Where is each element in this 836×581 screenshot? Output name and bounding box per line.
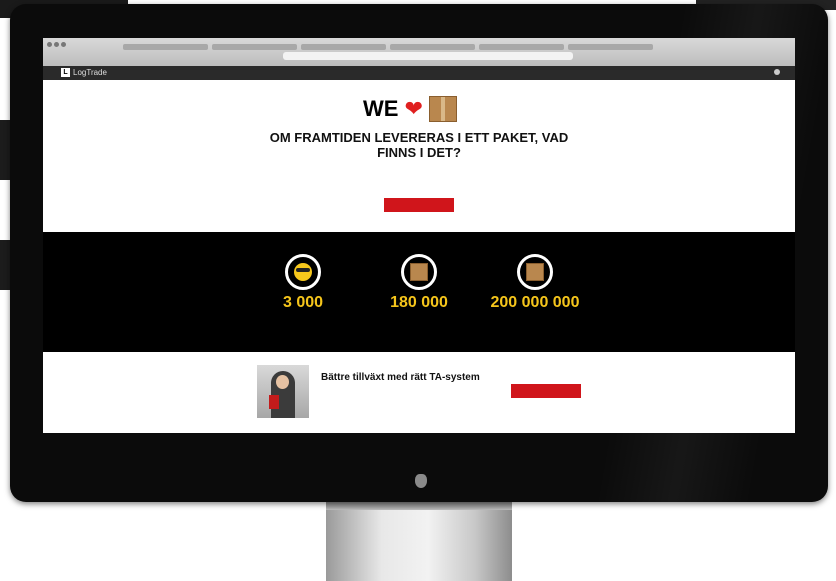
stat-item: 200 000 000 xyxy=(470,254,600,318)
person-book xyxy=(269,395,279,409)
stat-icon-circle xyxy=(285,254,321,290)
stat-item: 180 000 xyxy=(354,254,484,318)
monitor-screen: L LogTrade WE ❤ OM FRAMTIDEN LEVERERAS I… xyxy=(43,38,795,433)
stat-value: 3 000 xyxy=(282,294,324,311)
hero-cta-button[interactable] xyxy=(384,198,454,212)
package-box-icon xyxy=(526,263,544,281)
monitor-stand xyxy=(326,502,512,581)
window-minimize-button[interactable] xyxy=(54,42,59,47)
site-navbar: L LogTrade xyxy=(43,66,795,80)
nav-user-menu[interactable] xyxy=(774,69,783,75)
user-icon xyxy=(774,69,780,75)
browser-tab[interactable] xyxy=(123,44,208,50)
promo-person-photo xyxy=(257,365,309,418)
window-maximize-button[interactable] xyxy=(61,42,66,47)
heart-icon: ❤ xyxy=(404,96,423,121)
package-box-icon xyxy=(410,263,428,281)
window-close-button[interactable] xyxy=(47,42,52,47)
sunglasses-emoji-icon xyxy=(294,263,312,281)
stat-icon-circle xyxy=(401,254,437,290)
apple-logo-icon xyxy=(415,474,427,488)
logo-text: LogTrade xyxy=(73,68,107,77)
browser-tabs xyxy=(123,44,653,50)
promo-section: Bättre tillväxt med rätt TA-system xyxy=(43,352,795,433)
hero-title: OM FRAMTIDEN LEVERERAS I ETT PAKET, VAD … xyxy=(269,130,569,160)
person-face xyxy=(276,375,289,389)
logo-mark-icon: L xyxy=(61,68,70,77)
site-logo[interactable]: L LogTrade xyxy=(61,68,107,77)
url-bar[interactable] xyxy=(283,52,573,60)
package-box-icon xyxy=(428,96,457,122)
stat-icon-circle xyxy=(517,254,553,290)
browser-toolbar xyxy=(43,38,795,66)
promo-cta-button[interactable] xyxy=(511,384,581,398)
browser-tab[interactable] xyxy=(568,44,653,50)
stat-item: 3 000 xyxy=(238,254,368,318)
browser-tab[interactable] xyxy=(301,44,386,50)
stat-value: 180 000 xyxy=(390,294,448,311)
hero-we-text: WE xyxy=(363,96,399,121)
browser-tab[interactable] xyxy=(390,44,475,50)
window-controls xyxy=(47,42,66,47)
browser-tab[interactable] xyxy=(212,44,297,50)
browser-tab[interactable] xyxy=(479,44,564,50)
stat-value: 200 000 000 xyxy=(490,294,580,311)
stats-section: 3 000 180 000 200 000 000 xyxy=(43,232,795,348)
hero-headline: WE ❤ xyxy=(363,96,457,122)
monitor-stand-shadow xyxy=(326,502,512,510)
hero-section: WE ❤ OM FRAMTIDEN LEVERERAS I ETT PAKET,… xyxy=(43,80,795,232)
promo-title: Bättre tillväxt med rätt TA-system xyxy=(321,372,480,383)
